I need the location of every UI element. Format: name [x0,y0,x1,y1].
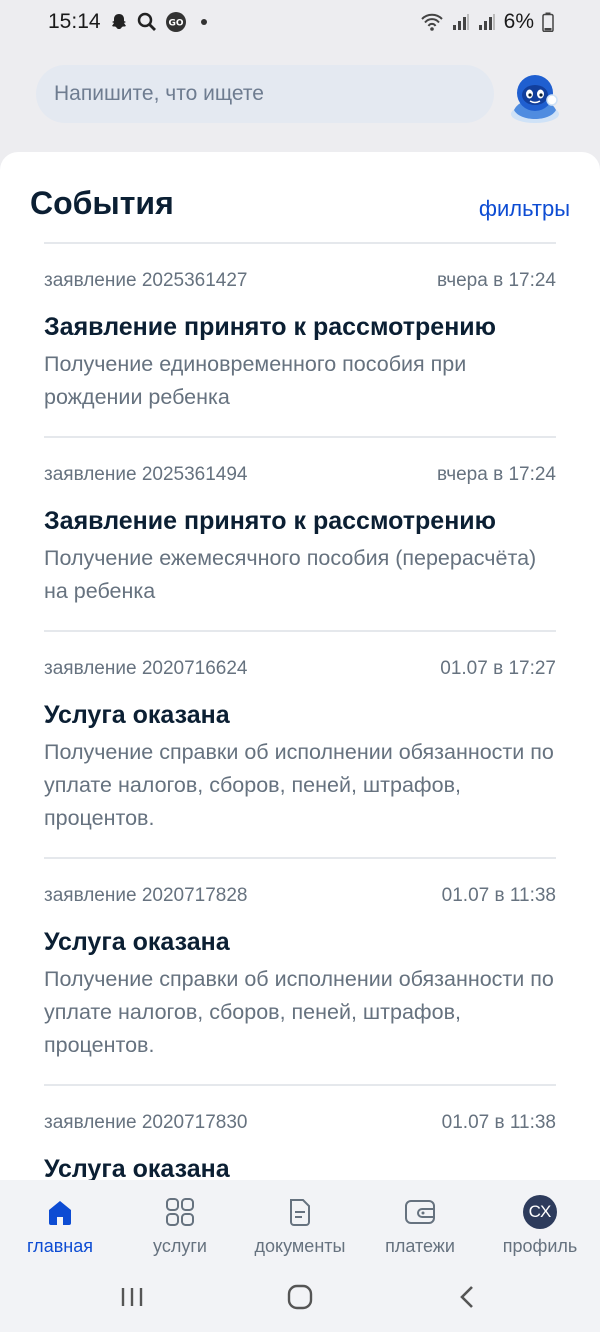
home-button[interactable] [285,1282,315,1317]
nav-label: документы [254,1236,346,1256]
event-item[interactable]: заявление 2020717830 01.07 в 11:38 Услуг… [44,1084,556,1180]
document-icon [285,1194,315,1230]
nav-item-payments[interactable]: платежи [360,1180,480,1264]
event-description: Получение единовременного пособия при ро… [44,352,467,409]
bottom-nav: главная услуги документы платежи СХ проф… [0,1180,600,1264]
nav-label: главная [27,1236,93,1256]
event-status: Услуга оказана [44,701,230,729]
avatar: СХ [523,1195,557,1229]
event-meta: заявление 2020717828 01.07 в 11:38 [44,859,556,907]
event-number: заявление 2020717828 [44,885,248,906]
event-item[interactable]: заявление 2020716624 01.07 в 17:27 Услуг… [44,630,556,857]
event-number: заявление 2025361494 [44,464,248,485]
event-meta: заявление 2025361427 вчера в 17:24 [44,244,556,292]
event-item[interactable]: заявление 2020717828 01.07 в 11:38 Услуг… [44,857,556,1084]
signal-icon [452,13,470,31]
clock: 15:14 [48,10,101,33]
robot-assistant-icon[interactable] [506,70,564,128]
svg-text:GO: GO [168,19,183,29]
go-icon: GO [165,11,187,33]
event-meta: заявление 2020716624 01.07 в 17:27 [44,632,556,680]
back-button[interactable] [456,1282,480,1317]
home-icon [45,1194,75,1230]
grid-icon [165,1194,195,1230]
search-icon [137,12,157,32]
nav-label: услуги [153,1236,207,1256]
signal-icon-2 [478,13,496,31]
event-status: Услуга оказана [44,1155,230,1180]
event-time: 01.07 в 17:27 [440,658,556,679]
event-time: вчера в 17:24 [436,270,556,291]
wifi-icon [420,12,444,32]
system-nav-bar [0,1264,600,1332]
nav-label: профиль [502,1236,578,1256]
nav-item-profile[interactable]: СХ профиль [480,1180,600,1264]
event-description: Получение ежемесячного пособия (перерасч… [44,546,537,603]
status-bar: 15:14 GO 6% [0,0,600,44]
event-status: Услуга оказана [44,928,230,956]
notification-dot [200,19,207,25]
event-item[interactable]: заявление 2025361494 вчера в 17:24 Заявл… [44,436,556,630]
profile-icon: СХ [523,1194,557,1230]
status-bar-right: 6% [420,10,554,34]
search-row [0,62,600,128]
nav-item-home[interactable]: главная [0,1180,120,1264]
event-item[interactable]: заявление 2025361427 вчера в 17:24 Заявл… [44,242,556,436]
event-description: Получение справки об исполнении обязанно… [44,967,554,1057]
battery-percent: 6% [503,10,534,33]
events-card: События фильтры заявление 2025361427 вче… [0,152,600,1180]
events-header: События фильтры [0,152,600,242]
snapchat-icon [109,12,129,32]
event-number: заявление 2020716624 [44,658,248,679]
event-description: Получение справки об исполнении обязанно… [44,740,554,830]
nav-item-services[interactable]: услуги [120,1180,240,1264]
event-meta: заявление 2020717830 01.07 в 11:38 [44,1086,556,1134]
filters-link[interactable]: фильтры [479,196,570,222]
event-status: Заявление принято к рассмотрению [44,313,497,341]
nav-item-documents[interactable]: документы [240,1180,360,1264]
status-bar-left: 15:14 GO [48,10,207,34]
event-time: вчера в 17:24 [436,464,556,485]
event-time: 01.07 в 11:38 [441,1112,556,1133]
event-time: 01.07 в 11:38 [441,885,556,906]
event-number: заявление 2020717830 [44,1112,248,1133]
battery-icon [542,12,554,32]
page-title: События [30,185,174,221]
event-status: Заявление принято к рассмотрению [44,507,497,535]
wallet-icon [404,1194,436,1230]
event-number: заявление 2025361427 [44,270,248,291]
search-input[interactable] [36,65,494,123]
event-meta: заявление 2025361494 вчера в 17:24 [44,438,556,486]
recent-apps-button[interactable] [118,1282,146,1317]
nav-label: платежи [385,1236,455,1256]
